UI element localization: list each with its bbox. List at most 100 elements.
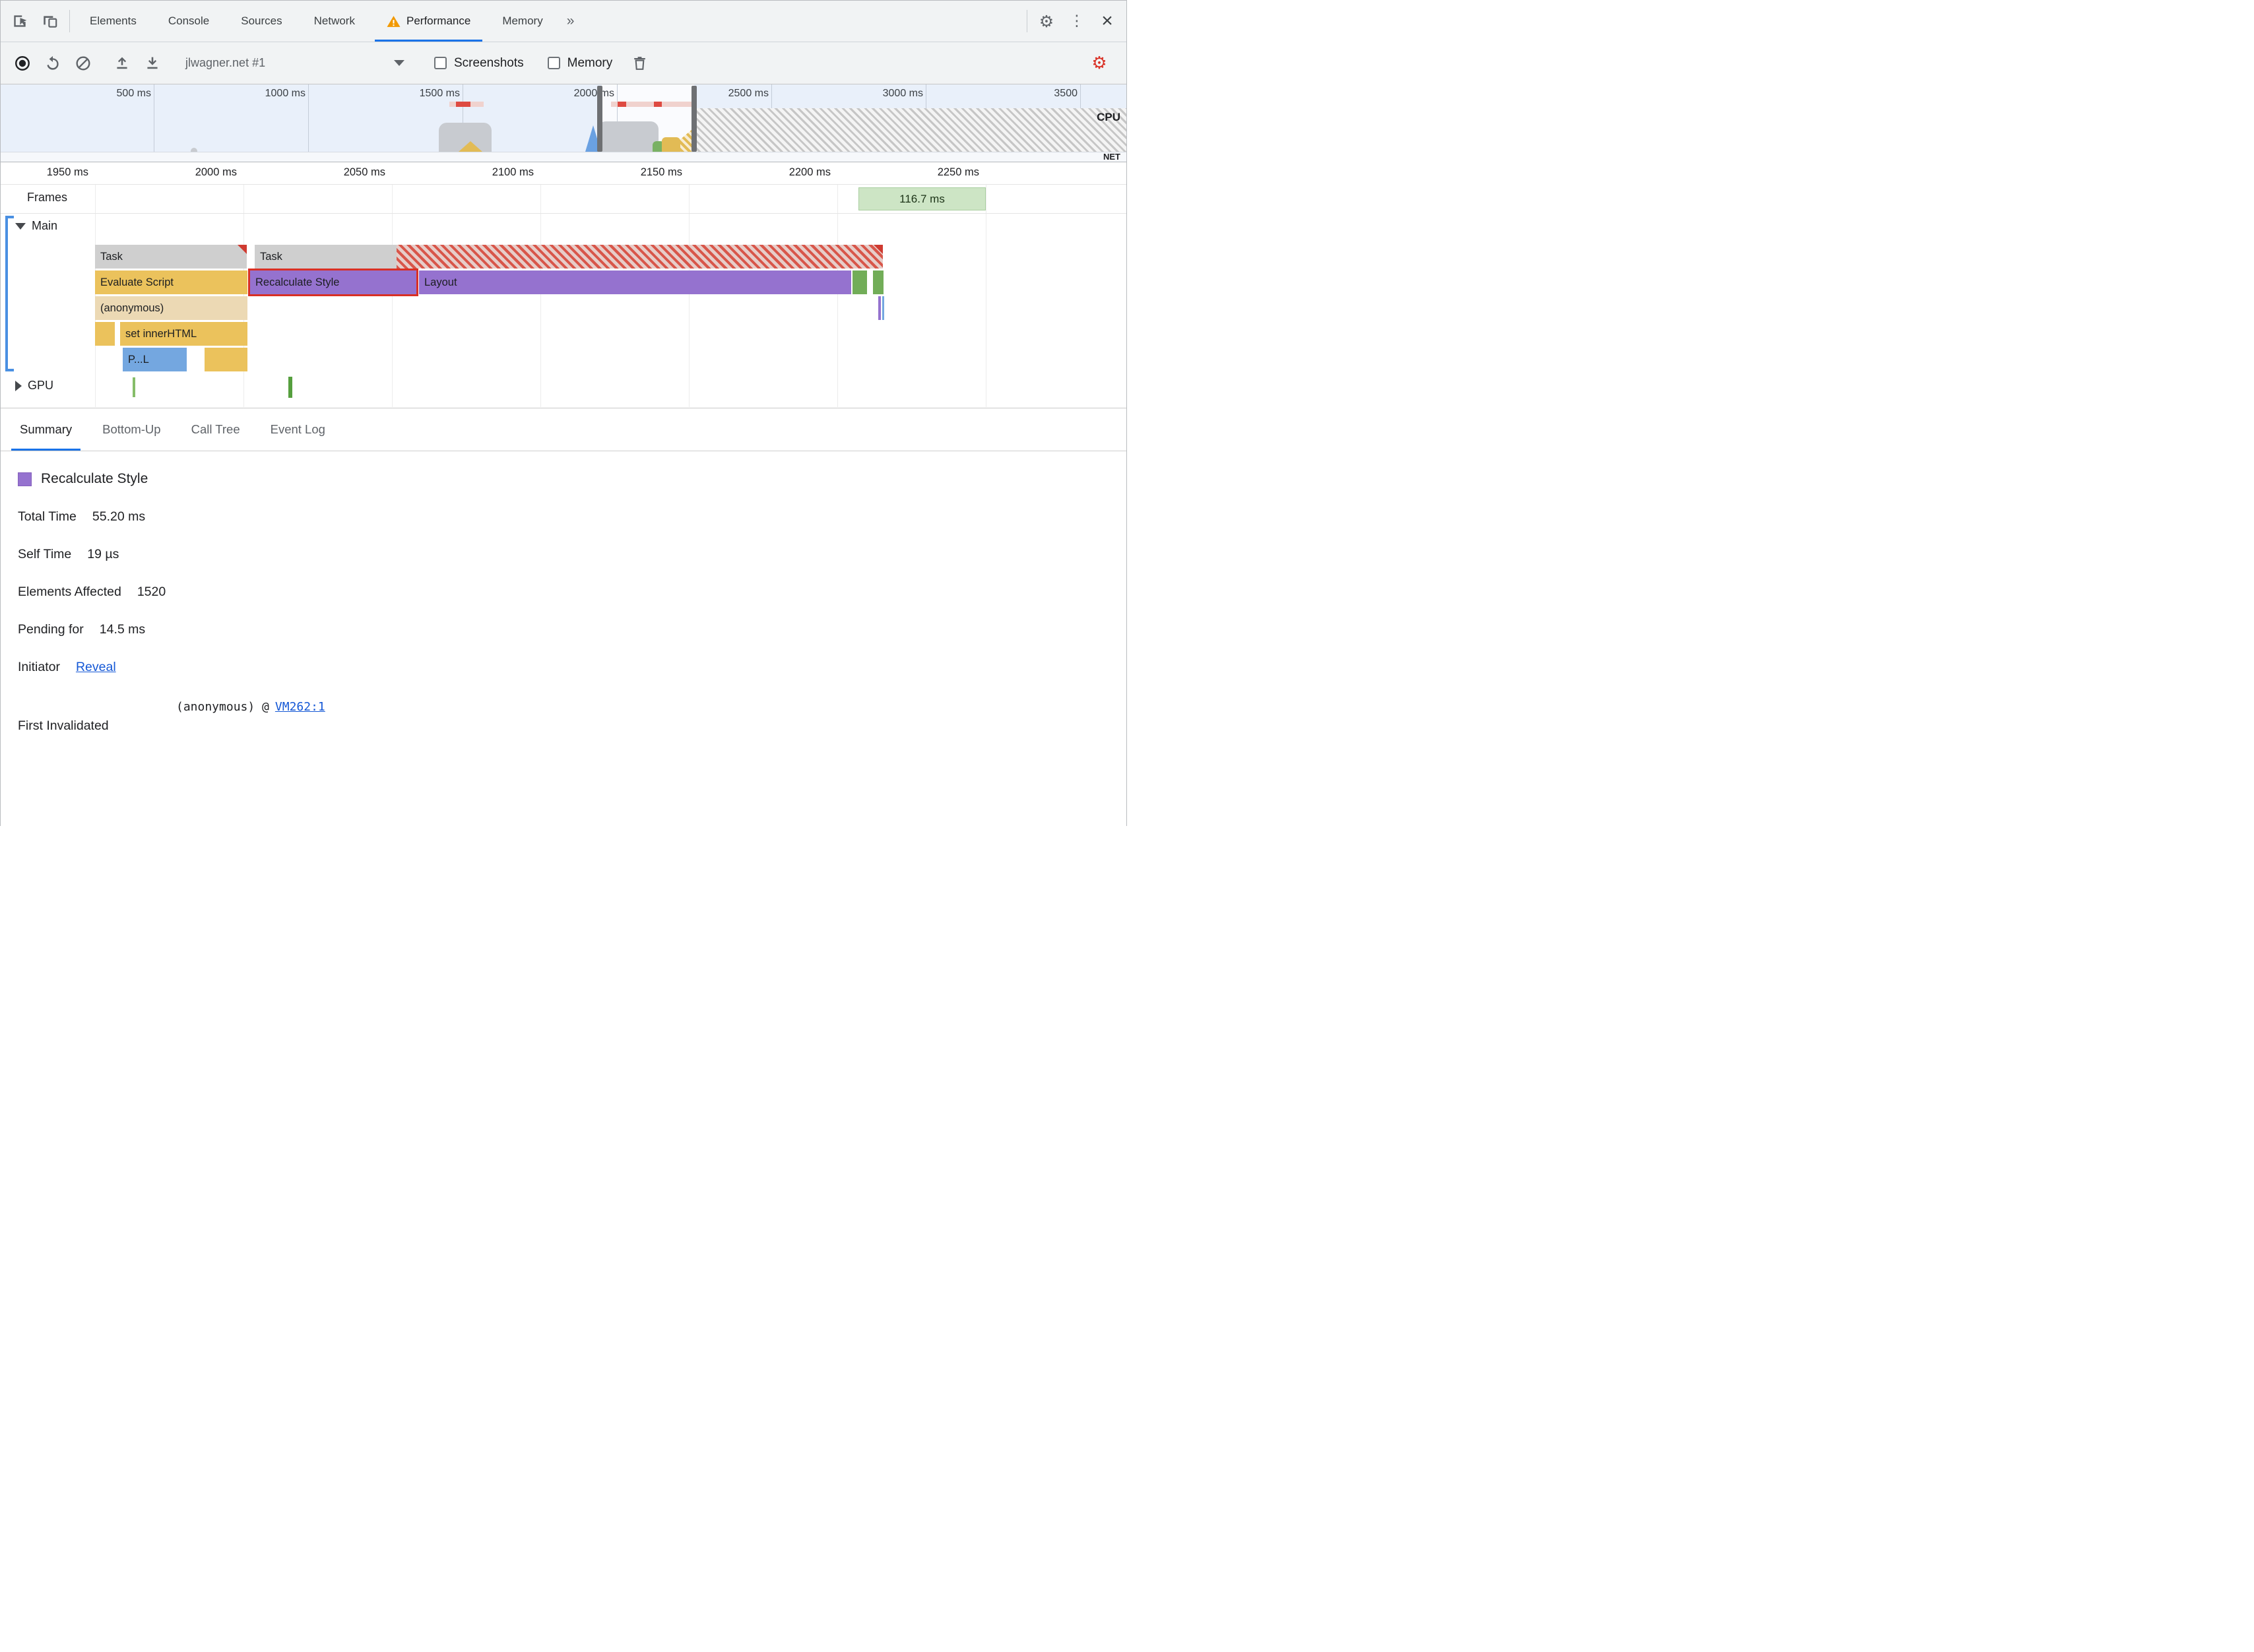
memory-toggle[interactable]: Memory (547, 56, 612, 71)
summary-row-label: Elements Affected (18, 585, 121, 599)
evaluate-script-bar[interactable]: Evaluate Script (95, 270, 247, 294)
tab-elements[interactable]: Elements (74, 1, 152, 42)
parse-mark[interactable] (882, 296, 884, 320)
overview-left-handle[interactable] (597, 86, 602, 152)
style-mark[interactable] (878, 296, 881, 320)
load-profile-button[interactable] (107, 48, 137, 79)
capture-settings-gear-icon[interactable]: ⚙ (1084, 48, 1114, 79)
divider (1, 184, 1126, 185)
script-bar[interactable] (205, 348, 247, 371)
cpu-activity-script (662, 137, 680, 152)
layout-bar[interactable]: Layout (419, 270, 851, 294)
initiator-reveal-link[interactable]: Reveal (76, 660, 116, 675)
overview-time-label: 500 ms (116, 88, 151, 99)
summary-row-label: Total Time (18, 509, 77, 524)
tab-performance[interactable]: Performance (371, 1, 486, 42)
more-tabs-button[interactable]: » (559, 1, 583, 42)
anonymous-function-bar[interactable]: (anonymous) (95, 296, 247, 320)
stack-frame-source-link[interactable]: VM262:1 (275, 700, 325, 714)
flame-chart[interactable]: 1950 ms 2000 ms 2050 ms 2100 ms 2150 ms … (1, 162, 1126, 408)
inspect-icon-svg (14, 15, 27, 27)
gpu-activity-bar[interactable] (288, 377, 292, 398)
tab-network[interactable]: Network (298, 1, 371, 42)
net-label: NET (1103, 152, 1120, 162)
ruler-time-label: 2150 ms (640, 166, 682, 178)
screenshots-checkbox[interactable] (434, 57, 447, 69)
summary-row-value: 1520 (137, 585, 166, 599)
task-bar[interactable]: Task (95, 245, 247, 269)
gpu-activity-bar[interactable] (133, 377, 135, 397)
history-dropdown[interactable]: jlwagner.net #1 (176, 56, 414, 70)
overview-time-label: 1500 ms (419, 88, 460, 99)
divider (1, 213, 1126, 214)
event-color-swatch (18, 472, 32, 486)
summary-pane: Recalculate Style Total Time 55.20 ms Se… (1, 451, 1126, 827)
gpu-track-toggle[interactable]: GPU (15, 379, 53, 393)
overview-time-label: 2500 ms (728, 88, 769, 99)
cpu-busy-hatch (692, 108, 1126, 152)
warning-icon (387, 15, 401, 28)
first-invalidated-value: (anonymous) @ VM262:1 (176, 700, 325, 714)
paint-bar[interactable] (873, 270, 884, 294)
kebab-menu-icon[interactable]: ⋮ (1062, 1, 1092, 42)
clear-recordings-button[interactable] (624, 48, 655, 79)
close-icon[interactable]: × (1092, 1, 1122, 42)
summary-title-row: Recalculate Style (18, 471, 1126, 487)
ruler-time-label: 2200 ms (789, 166, 831, 178)
overview-time-label: 3000 ms (882, 88, 923, 99)
performance-toolbar: jlwagner.net #1 Screenshots Memory ⚙ (1, 42, 1126, 84)
tab-call-tree[interactable]: Call Tree (176, 408, 255, 451)
devtools-tabbar: Elements Console Sources Network Perform… (1, 1, 1126, 42)
device-toolbar-icon[interactable] (35, 1, 65, 42)
long-task-stripes (397, 245, 883, 269)
download-icon (147, 57, 158, 69)
reload-and-record-button[interactable] (38, 48, 68, 79)
recalculate-style-bar-selected[interactable]: Recalculate Style (248, 269, 418, 296)
screenshots-toggle[interactable]: Screenshots (434, 56, 524, 71)
main-track-selection-bracket (5, 216, 14, 371)
summary-title: Recalculate Style (41, 471, 148, 486)
cpu-activity-script-peak (459, 141, 482, 152)
tab-memory[interactable]: Memory (486, 1, 558, 42)
summary-row-label: Self Time (18, 547, 72, 561)
long-task-indicator (618, 102, 626, 107)
gridline (837, 184, 838, 407)
script-bar-small[interactable] (95, 322, 115, 346)
clear-button[interactable] (68, 48, 98, 79)
main-track-toggle[interactable]: Main (15, 219, 57, 233)
cpu-activity-blob (598, 121, 659, 152)
block-icon (76, 55, 90, 71)
network-strip (1, 152, 1126, 162)
task-bar-long[interactable]: Task (255, 245, 883, 269)
tab-bottom-up[interactable]: Bottom-Up (87, 408, 176, 451)
timeline-overview[interactable]: 500 ms 1000 ms 1500 ms 2000 ms 2500 ms 3… (1, 84, 1126, 162)
summary-row: Self Time 19 µs (18, 547, 1126, 562)
settings-gear-icon[interactable]: ⚙ (1031, 1, 1062, 42)
memory-checkbox[interactable] (547, 57, 560, 69)
tab-event-log[interactable]: Event Log (255, 408, 340, 451)
summary-row: Elements Affected 1520 (18, 585, 1126, 600)
chevron-right-icon (15, 380, 22, 391)
save-profile-button[interactable] (137, 48, 168, 79)
ruler-time-label: 2100 ms (492, 166, 534, 178)
gridline (308, 84, 309, 152)
tabbar-spacer (582, 1, 1023, 42)
paint-bar[interactable] (853, 270, 867, 294)
divider (69, 10, 70, 32)
overview-time-label: 1000 ms (265, 88, 306, 99)
trash-icon (633, 57, 645, 70)
tab-sources[interactable]: Sources (225, 1, 298, 42)
frames-track-label: Frames (27, 191, 68, 204)
gridline (243, 184, 244, 407)
set-innerhtml-bar[interactable]: set innerHTML (120, 322, 247, 346)
tab-summary[interactable]: Summary (5, 408, 87, 451)
frame-duration-badge[interactable]: 116.7 ms (858, 187, 986, 210)
tab-console[interactable]: Console (152, 1, 225, 42)
summary-row-value: 55.20 ms (92, 509, 146, 524)
overview-right-handle[interactable] (692, 86, 697, 152)
parse-html-bar[interactable]: P...L (123, 348, 187, 371)
inspect-element-icon[interactable] (5, 1, 35, 42)
summary-row-initiator: Initiator Reveal (18, 660, 1126, 675)
overview-time-label: 2000 ms (573, 88, 614, 99)
record-button[interactable] (7, 48, 38, 79)
